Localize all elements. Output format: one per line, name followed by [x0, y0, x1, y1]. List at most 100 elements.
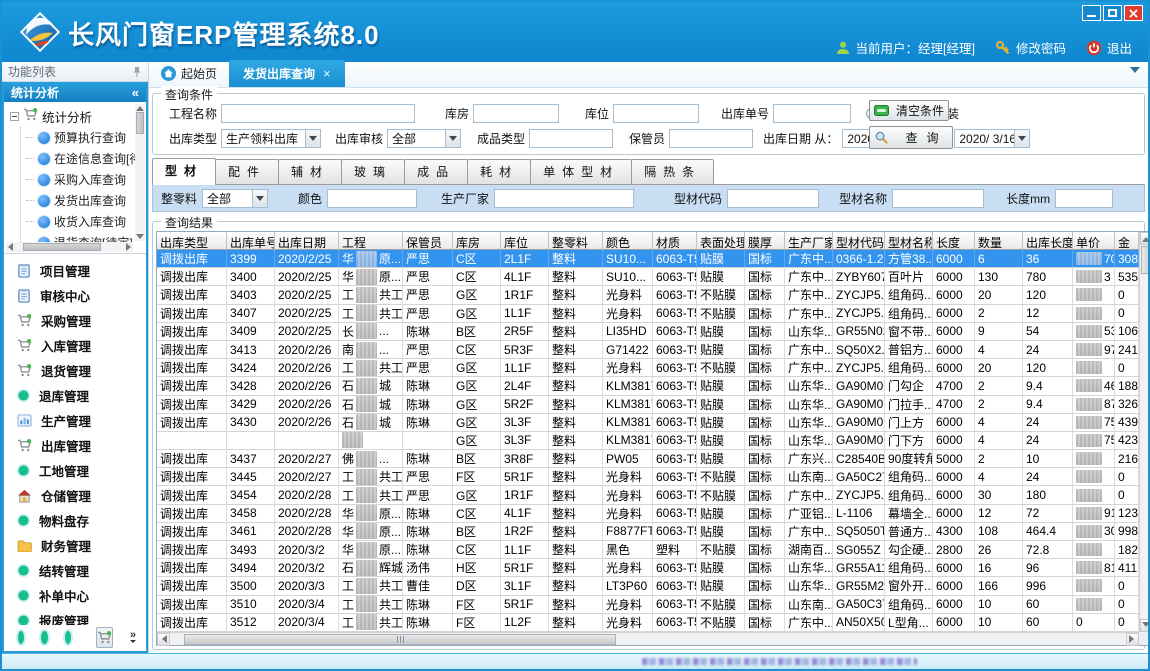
sidebar-item-工地管理[interactable]: 工地管理 — [4, 458, 146, 483]
footer-dot-icon[interactable] — [41, 631, 47, 644]
material-tab-单体型材[interactable]: 单体型材 — [530, 159, 632, 184]
table-row[interactable]: 调拨出库34612020/2/28华原...陈琳B区1R2F整料F8877FT6… — [157, 523, 1139, 541]
material-tab-辅材[interactable]: 辅材 — [278, 159, 342, 184]
scroll-right-button[interactable] — [1126, 633, 1139, 646]
collapse-icon[interactable]: « — [132, 85, 139, 100]
sidebar-item-生产管理[interactable]: 生产管理 — [4, 408, 146, 433]
column-header[interactable]: 型材名称 — [885, 232, 933, 250]
column-header[interactable]: 库房 — [453, 232, 501, 250]
warehouse-input[interactable] — [473, 104, 559, 123]
tab-close-icon[interactable]: × — [323, 69, 331, 79]
footer-cart-button[interactable] — [96, 627, 113, 648]
table-row[interactable]: 调拨出库34242020/2/26工共工程严思G区1L1F整料光身料6063-T… — [157, 359, 1139, 377]
scroll-left-button[interactable] — [157, 633, 170, 646]
product-type-input[interactable] — [529, 129, 613, 148]
sidebar-overflow-button[interactable]: » — [130, 631, 136, 644]
footer-dot-icon[interactable] — [18, 631, 24, 644]
material-tab-型材[interactable]: 型材 — [152, 158, 216, 185]
footer-dot-icon[interactable] — [65, 631, 71, 644]
column-header[interactable]: 出库类型 — [157, 232, 227, 250]
sidebar-item-审核中心[interactable]: 审核中心 — [4, 283, 146, 308]
tree-item[interactable]: 在途信息查询[待 — [26, 148, 134, 169]
keeper-input[interactable] — [669, 129, 753, 148]
material-tab-耗材[interactable]: 耗材 — [467, 159, 531, 184]
scroll-down-button[interactable] — [1140, 619, 1150, 632]
material-tab-玻璃[interactable]: 玻璃 — [341, 159, 405, 184]
table-row[interactable]: 调拨出库33992020/2/25华原...严思C区2L1F整料SU10...6… — [157, 250, 1139, 268]
column-header[interactable]: 膜厚 — [745, 232, 785, 250]
tree-item[interactable]: 退库管理[待定] — [26, 253, 134, 254]
tab-home[interactable]: 起始页 — [153, 61, 229, 87]
length-input[interactable] — [1055, 189, 1113, 208]
column-header[interactable]: 生产厂家 — [785, 232, 833, 250]
table-row[interactable]: 调拨出库34092020/2/25长...陈琳B区2R5F整料LI35HD606… — [157, 323, 1139, 341]
grid-horizontal-scrollbar[interactable] — [157, 632, 1139, 645]
clear-conditions-button[interactable]: 清空条件 — [869, 100, 949, 121]
column-header[interactable]: 出库日期 — [275, 232, 339, 250]
tree-horizontal-scrollbar[interactable] — [6, 242, 133, 252]
material-tab-成品[interactable]: 成品 — [404, 159, 468, 184]
pin-icon[interactable] — [132, 66, 142, 78]
audit-select[interactable]: 全部 — [387, 129, 461, 148]
color-input[interactable] — [327, 189, 417, 208]
sidebar-item-退货管理[interactable]: 退货管理 — [4, 358, 146, 383]
table-row[interactable]: G区3L3F整料KLM38176063-T5贴膜国标山东华...GA90M09.… — [157, 432, 1139, 450]
profile-name-input[interactable] — [892, 189, 984, 208]
column-header[interactable]: 金 — [1115, 232, 1139, 250]
minimize-button[interactable] — [1082, 5, 1101, 21]
sidebar-item-补单中心[interactable]: 补单中心 — [4, 583, 146, 608]
table-row[interactable]: 调拨出库34452020/2/27工共工程严思F区5R1F整料光身料6063-T… — [157, 468, 1139, 486]
location-input[interactable] — [613, 104, 699, 123]
column-header[interactable]: 数量 — [975, 232, 1023, 250]
table-row[interactable]: 调拨出库34032020/2/25工共工程严思G区1R1F整料光身料6063-T… — [157, 286, 1139, 304]
sidebar-item-物料盘存[interactable]: 物料盘存 — [4, 508, 146, 533]
column-header[interactable]: 颜色 — [603, 232, 653, 250]
column-header[interactable]: 型材代码 — [833, 232, 885, 250]
close-window-button[interactable] — [1124, 5, 1143, 21]
tree-root-statistics[interactable]: 统计分析 — [10, 105, 134, 127]
sidebar-item-财务管理[interactable]: 财务管理 — [4, 533, 146, 558]
project-name-input[interactable] — [221, 104, 415, 123]
column-header[interactable]: 工程 — [339, 232, 403, 250]
table-row[interactable]: 调拨出库34942020/3/2石辉城汤伟H区5R1F整料光身料6063-T5贴… — [157, 559, 1139, 577]
sidebar-item-入库管理[interactable]: 入库管理 — [4, 333, 146, 358]
horizontal-scroll-thumb[interactable] — [184, 634, 616, 645]
column-header[interactable]: 库位 — [501, 232, 549, 250]
whole-piece-select[interactable]: 全部 — [202, 189, 268, 208]
column-header[interactable]: 整零料 — [549, 232, 603, 250]
column-header[interactable]: 材质 — [653, 232, 697, 250]
sidebar-item-报废管理[interactable]: 报废管理 — [4, 608, 146, 625]
material-tab-配件[interactable]: 配件 — [215, 159, 279, 184]
column-header[interactable]: 出库长度 — [1023, 232, 1073, 250]
tree-vertical-scrollbar[interactable] — [135, 104, 145, 241]
column-header[interactable]: 出库单号 — [227, 232, 275, 250]
table-row[interactable]: 调拨出库34302020/2/26石城陈琳G区3L3F整料KLM38176063… — [157, 414, 1139, 432]
tree-item[interactable]: 收货入库查询 — [26, 211, 134, 232]
vertical-scroll-thumb[interactable] — [1141, 246, 1150, 274]
table-row[interactable]: 调拨出库34932020/3/2华原...陈琳C区1L1F整料黑色塑料不贴膜国标… — [157, 541, 1139, 559]
manufacturer-input[interactable] — [494, 189, 634, 208]
tree-item[interactable]: 预算执行查询 — [26, 127, 134, 148]
table-row[interactable]: 调拨出库35002020/3/3工共工程曹佳D区3L1F整料LT3P606063… — [157, 577, 1139, 595]
table-row[interactable]: 调拨出库34132020/2/26南...严思C区5R3F整料G71422606… — [157, 341, 1139, 359]
sidebar-item-出库管理[interactable]: 出库管理 — [4, 433, 146, 458]
table-row[interactable]: 调拨出库35102020/3/4工共工程陈琳F区5R1F整料光身料6063-T5… — [157, 596, 1139, 614]
date-to-picker[interactable]: 2020/ 3/16 — [954, 129, 1030, 148]
column-header[interactable]: 长度 — [933, 232, 975, 250]
tree-item[interactable]: 采购入库查询 — [26, 169, 134, 190]
material-tab-隔热条[interactable]: 隔热条 — [631, 159, 714, 184]
table-row[interactable]: 调拨出库34072020/2/25工共工程严思G区1L1F整料光身料6063-T… — [157, 305, 1139, 323]
profile-code-input[interactable] — [727, 189, 819, 208]
table-row[interactable]: 调拨出库34282020/2/26石城陈琳G区2L4F整料KLM38176063… — [157, 377, 1139, 395]
table-row[interactable]: 调拨出库34372020/2/27佛...陈琳B区3R8F整料PW056063-… — [157, 450, 1139, 468]
search-button[interactable]: 查询 — [869, 126, 953, 149]
sidebar-item-结转管理[interactable]: 结转管理 — [4, 558, 146, 583]
tab-list-caret-icon[interactable] — [1130, 67, 1140, 78]
column-header[interactable]: 单价 — [1073, 232, 1115, 250]
column-header[interactable]: 保管员 — [403, 232, 453, 250]
column-header[interactable]: 表面处理 — [697, 232, 745, 250]
order-no-input[interactable] — [773, 104, 851, 123]
sidebar-item-采购管理[interactable]: 采购管理 — [4, 308, 146, 333]
tree-item[interactable]: 发货出库查询 — [26, 190, 134, 211]
scroll-up-button[interactable] — [1140, 232, 1150, 245]
